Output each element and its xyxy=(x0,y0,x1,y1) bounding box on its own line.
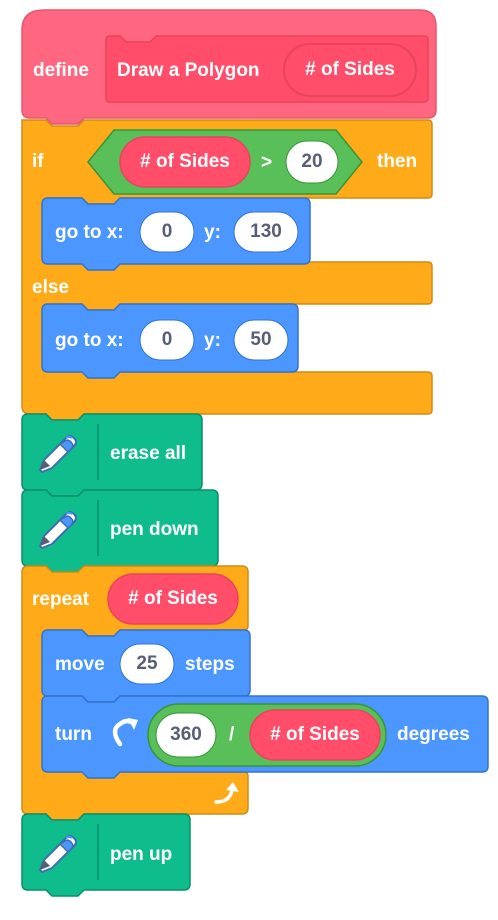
then-keyword: then xyxy=(377,151,418,172)
steps-label: steps xyxy=(185,654,235,675)
script-canvas xyxy=(21,9,489,897)
param-sides[interactable]: # of Sides xyxy=(284,58,416,82)
dividend-input[interactable]: 360 xyxy=(156,723,216,747)
goto-x-input[interactable]: 0 xyxy=(140,220,194,244)
repeat-keyword: repeat xyxy=(32,589,90,610)
pen-down-label: pen down xyxy=(110,519,199,540)
degrees-label: degrees xyxy=(397,724,470,745)
move-steps-input[interactable]: 25 xyxy=(120,652,174,676)
goto-x-input[interactable]: 0 xyxy=(140,328,194,352)
erase-all-label: erase all xyxy=(110,443,187,464)
pen-up-label: pen up xyxy=(110,844,173,865)
define-keyword: define xyxy=(33,60,89,81)
procedure-name: Draw a Polygon xyxy=(117,60,260,81)
condition-right-input[interactable]: 20 xyxy=(286,150,338,174)
if-keyword: if xyxy=(32,151,44,172)
turn-label: turn xyxy=(55,724,92,745)
goto-y-input[interactable]: 50 xyxy=(234,328,288,352)
divide-symbol: / xyxy=(229,724,235,745)
condition-left-reporter[interactable]: # of Sides xyxy=(120,150,250,174)
repeat-times-reporter[interactable]: # of Sides xyxy=(108,587,238,611)
goto-label: go to x: xyxy=(55,330,124,351)
divisor-reporter[interactable]: # of Sides xyxy=(250,723,380,747)
goto-y-label: y: xyxy=(204,222,221,243)
goto-y-input[interactable]: 130 xyxy=(234,220,298,244)
move-label: move xyxy=(55,654,105,675)
else-keyword: else xyxy=(32,277,69,298)
goto-y-label: y: xyxy=(204,330,221,351)
greater-than-symbol: > xyxy=(261,152,273,173)
goto-label: go to x: xyxy=(55,222,124,243)
